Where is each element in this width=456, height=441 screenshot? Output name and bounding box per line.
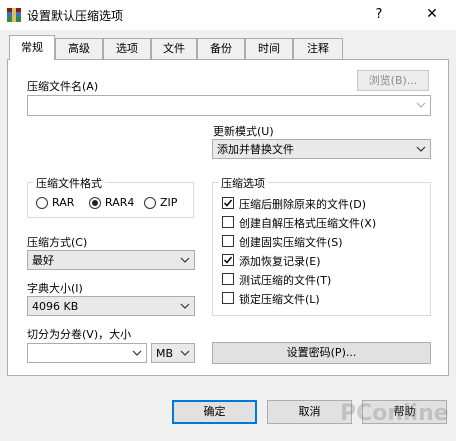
- checkbox-delete-after[interactable]: [222, 197, 234, 209]
- check-icon: [223, 256, 233, 264]
- checkbox-delete-after-label: 压缩后删除原来的文件(D): [239, 198, 367, 211]
- archive-name-combobox[interactable]: [27, 95, 431, 116]
- help-footer-button[interactable]: 帮助: [362, 400, 447, 424]
- update-mode-value: 添加并替换文件: [217, 143, 294, 156]
- checkbox-recovery-record[interactable]: [222, 254, 234, 266]
- radio-zip-label: ZIP: [160, 196, 178, 209]
- chevron-down-icon: [132, 350, 142, 356]
- chevron-down-icon: [180, 303, 190, 309]
- checkbox-recovery-record-label: 添加恢复记录(E): [239, 255, 321, 268]
- chevron-down-icon: [416, 102, 426, 108]
- close-icon[interactable]: ✕: [418, 2, 446, 26]
- split-volumes-label: 切分为分卷(V)，大小: [27, 328, 132, 341]
- tab-backup[interactable]: 备份: [197, 38, 245, 59]
- radio-rar-label: RAR: [52, 196, 75, 209]
- compression-options-group-title: 压缩选项: [218, 175, 268, 191]
- compression-method-select[interactable]: 最好: [27, 250, 195, 270]
- split-size-combobox[interactable]: [27, 343, 147, 363]
- radio-rar4[interactable]: [89, 197, 101, 209]
- chevron-down-icon: [180, 350, 190, 356]
- checkbox-lock-archive[interactable]: [222, 292, 234, 304]
- update-mode-select[interactable]: 添加并替换文件: [212, 139, 431, 159]
- window-title: 设置默认压缩选项: [27, 9, 124, 23]
- dictionary-size-select[interactable]: 4096 KB: [27, 296, 195, 316]
- winrar-icon: [6, 7, 22, 23]
- radio-rar4-label: RAR4: [105, 196, 135, 209]
- dictionary-size-label: 字典大小(I): [27, 282, 83, 295]
- compression-method-value: 最好: [32, 254, 54, 267]
- checkbox-create-solid-label: 创建固实压缩文件(S): [239, 236, 343, 249]
- checkbox-create-solid[interactable]: [222, 235, 234, 247]
- tab-options[interactable]: 选项: [103, 38, 151, 59]
- ok-button[interactable]: 确定: [172, 400, 257, 424]
- radio-zip[interactable]: [144, 197, 156, 209]
- checkbox-create-sfx-label: 创建自解压格式压缩文件(X): [239, 217, 377, 230]
- tab-comment[interactable]: 注释: [293, 38, 343, 59]
- split-unit-select[interactable]: MB: [151, 343, 195, 363]
- chevron-down-icon: [416, 146, 426, 152]
- update-mode-label: 更新模式(U): [213, 125, 274, 138]
- checkbox-create-sfx[interactable]: [222, 216, 234, 228]
- split-unit-value: MB: [156, 347, 174, 360]
- chevron-down-icon: [180, 257, 190, 263]
- check-icon: [223, 199, 233, 207]
- checkbox-test-archive-label: 测试压缩的文件(T): [239, 274, 332, 287]
- tab-time[interactable]: 时间: [245, 38, 293, 59]
- dictionary-size-value: 4096 KB: [32, 300, 79, 313]
- tab-advanced[interactable]: 高级: [55, 38, 103, 59]
- tab-files[interactable]: 文件: [151, 38, 197, 59]
- radio-rar[interactable]: [36, 197, 48, 209]
- help-button[interactable]: ?: [368, 4, 390, 26]
- cancel-button[interactable]: 取消: [267, 400, 352, 424]
- set-password-button[interactable]: 设置密码(P)...: [212, 342, 431, 364]
- checkbox-lock-archive-label: 锁定压缩文件(L): [239, 293, 320, 306]
- tab-general[interactable]: 常规: [9, 35, 55, 60]
- compression-method-label: 压缩方式(C): [27, 236, 88, 249]
- archive-format-group-title: 压缩文件格式: [33, 175, 105, 191]
- archive-name-label: 压缩文件名(A): [27, 80, 99, 93]
- browse-button[interactable]: 浏览(B)...: [357, 70, 429, 91]
- checkbox-test-archive[interactable]: [222, 273, 234, 285]
